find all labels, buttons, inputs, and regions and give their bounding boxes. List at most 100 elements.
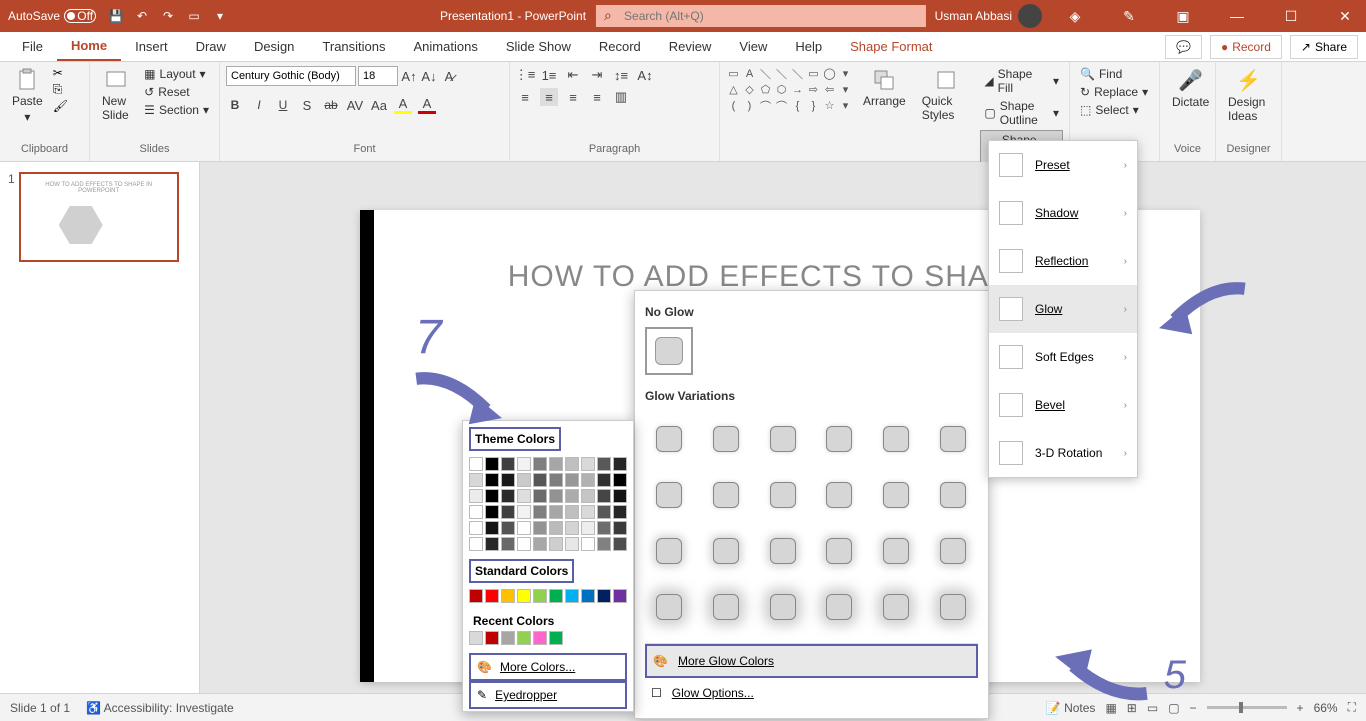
color-swatch[interactable] [485,631,499,645]
color-swatch[interactable] [613,489,627,503]
color-swatch[interactable] [613,457,627,471]
font-size-select[interactable] [358,66,398,86]
bold-button[interactable]: B [226,96,244,114]
numbering-button[interactable]: 1≡ [540,66,558,84]
clear-format-icon[interactable]: A̷ [440,67,458,85]
color-swatch[interactable] [549,457,563,471]
color-swatch[interactable] [517,631,531,645]
color-swatch[interactable] [533,589,547,603]
italic-button[interactable]: I [250,96,268,114]
line-spacing-button[interactable]: ↕≡ [612,66,630,84]
color-swatch[interactable] [485,457,499,471]
glow-variation[interactable] [817,417,861,461]
user-account[interactable]: Usman Abbasi [935,4,1042,28]
glow-variation[interactable] [647,529,691,573]
ribbon-display-icon[interactable]: ▣ [1162,0,1204,32]
autosave-toggle[interactable]: AutoSave Off [8,9,96,23]
section-button[interactable]: ☰ Section ▾ [140,102,213,118]
cut-icon[interactable]: ✂ [53,66,68,80]
diamond-icon[interactable]: ◈ [1054,0,1096,32]
color-swatch[interactable] [581,457,595,471]
close-icon[interactable]: ✕ [1324,0,1366,32]
color-swatch[interactable] [501,457,515,471]
color-swatch[interactable] [469,631,483,645]
tab-file[interactable]: File [8,33,57,60]
justify-button[interactable]: ≡ [588,88,606,106]
align-center-button[interactable]: ≡ [540,88,558,106]
color-swatch[interactable] [517,473,531,487]
glow-variation[interactable] [931,585,975,629]
color-swatch[interactable] [485,505,499,519]
color-swatch[interactable] [597,589,611,603]
shapes-gallery[interactable]: ▭A＼＼＼▭◯▾ △◇⬠⬡→⇨⇦▾ ()⌒⌒{}☆▾ [726,66,853,113]
glow-variation[interactable] [931,529,975,573]
indent-left-button[interactable]: ⇤ [564,66,582,84]
effect-reflection[interactable]: Reflection› [989,237,1137,285]
new-slide-button[interactable]: New Slide [96,66,136,124]
color-swatch[interactable] [469,473,483,487]
select-button[interactable]: ⬚ Select ▾ [1076,102,1152,118]
color-swatch[interactable] [565,489,579,503]
color-swatch[interactable] [549,537,563,551]
shadow-button[interactable]: S [298,96,316,114]
color-swatch[interactable] [549,473,563,487]
shape-fill-button[interactable]: ◢ Shape Fill ▾ [980,66,1063,96]
slideshow-icon[interactable]: ▭ [186,8,202,24]
zoom-in-icon[interactable]: + [1297,701,1304,715]
color-swatch[interactable] [549,505,563,519]
minimize-icon[interactable]: — [1216,0,1258,32]
color-swatch[interactable] [613,537,627,551]
glow-variation[interactable] [761,585,805,629]
color-swatch[interactable] [517,589,531,603]
glow-variation[interactable] [647,585,691,629]
fit-to-window-icon[interactable]: ⛶ [1348,700,1356,715]
color-swatch[interactable] [549,521,563,535]
glow-variation[interactable] [817,585,861,629]
glow-variation[interactable] [817,473,861,517]
color-swatch[interactable] [533,521,547,535]
increase-font-icon[interactable]: A↑ [400,67,418,85]
record-button[interactable]: ● Record [1210,35,1282,59]
tab-animations[interactable]: Animations [400,33,492,60]
color-swatch[interactable] [485,473,499,487]
color-swatch[interactable] [517,537,531,551]
color-swatch[interactable] [565,537,579,551]
effect-soft-edges[interactable]: Soft Edges› [989,333,1137,381]
color-swatch[interactable] [581,473,595,487]
format-painter-icon[interactable]: 🖌 [53,99,68,113]
glow-variation[interactable] [931,417,975,461]
color-swatch[interactable] [549,631,563,645]
arrange-button[interactable]: Arrange [857,66,912,110]
coming-soon-icon[interactable]: ✎ [1108,0,1150,32]
zoom-slider[interactable] [1207,706,1287,709]
color-swatch[interactable] [597,457,611,471]
color-swatch[interactable] [469,489,483,503]
tab-design[interactable]: Design [240,33,308,60]
tab-insert[interactable]: Insert [121,33,182,60]
effect-shadow[interactable]: Shadow› [989,189,1137,237]
tab-slideshow[interactable]: Slide Show [492,33,585,60]
accessibility-status[interactable]: ♿ Accessibility: Investigate [86,701,234,715]
glow-variation[interactable] [704,417,748,461]
color-swatch[interactable] [517,457,531,471]
color-swatch[interactable] [597,473,611,487]
color-swatch[interactable] [501,631,515,645]
layout-button[interactable]: ▦ Layout ▾ [140,66,213,82]
qat-more-icon[interactable]: ▾ [212,8,228,24]
glow-variation[interactable] [874,585,918,629]
tab-home[interactable]: Home [57,32,121,61]
glow-variation[interactable] [874,529,918,573]
color-swatch[interactable] [501,505,515,519]
color-swatch[interactable] [517,521,531,535]
color-swatch[interactable] [581,589,595,603]
share-button[interactable]: ↗ Share [1290,35,1358,59]
color-swatch[interactable] [501,537,515,551]
strike-button[interactable]: ab [322,96,340,114]
color-swatch[interactable] [469,457,483,471]
spacing-button[interactable]: AV [346,96,364,114]
case-button[interactable]: Aa [370,96,388,114]
tab-review[interactable]: Review [655,33,726,60]
more-glow-colors[interactable]: 🎨More Glow Colors [645,644,978,678]
color-swatch[interactable] [613,589,627,603]
maximize-icon[interactable]: ☐ [1270,0,1312,32]
